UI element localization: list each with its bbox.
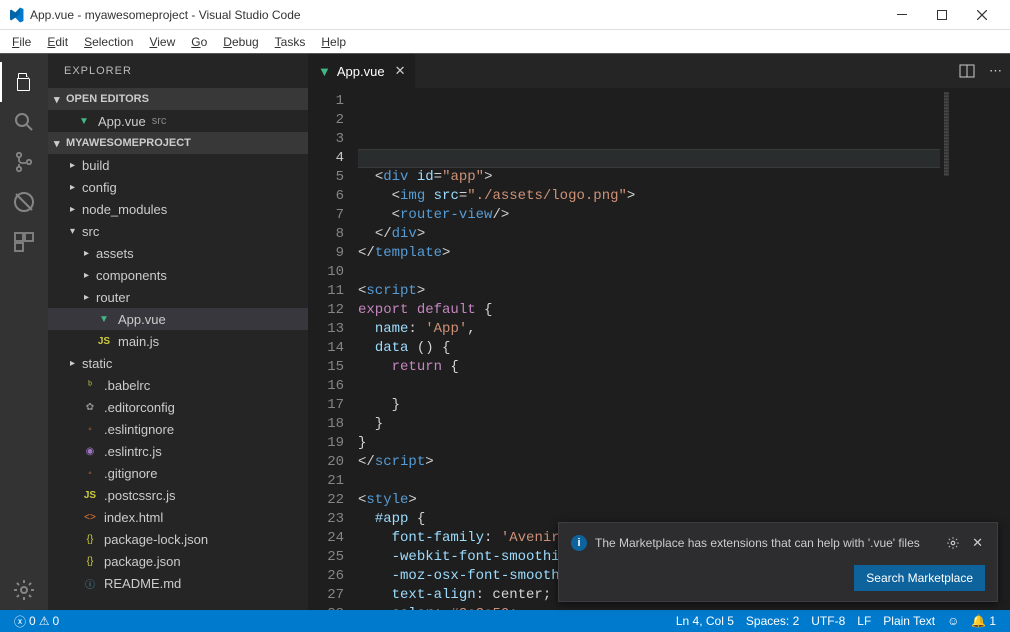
dot-file-icon: ◦ [82,468,98,479]
activity-search[interactable] [0,102,48,142]
menu-file[interactable]: File [4,33,39,51]
file-item[interactable]: ▼App.vue [48,308,308,330]
menu-edit[interactable]: Edit [39,33,76,51]
json-file-icon: {} [82,556,98,567]
activity-settings[interactable] [0,570,48,610]
activity-scm[interactable] [0,142,48,182]
file-item[interactable]: JSmain.js [48,330,308,352]
folder-item[interactable]: ▸node_modules [48,198,308,220]
activity-extensions[interactable] [0,222,48,262]
status-encoding[interactable]: UTF-8 [805,614,851,628]
status-eol[interactable]: LF [851,614,877,628]
chevron-right-icon: ▸ [70,204,80,215]
status-language[interactable]: Plain Text [877,614,941,628]
info-file-icon: ⓘ [82,576,98,591]
close-tab-icon[interactable]: ✕ [395,63,406,79]
more-actions-icon[interactable]: ⋯ [989,63,1002,79]
status-indent[interactable]: Spaces: 2 [740,614,805,628]
statusbar: ⓧ0 ⚠0 Ln 4, Col 5 Spaces: 2 UTF-8 LF Pla… [0,610,1010,632]
chevron-right-icon: ▸ [84,270,94,281]
cursor-line-highlight [358,149,940,168]
editor-tab[interactable]: ▼ App.vue ✕ [308,54,415,88]
activitybar [0,54,48,610]
status-feedback[interactable]: ☺ [941,614,965,628]
html-file-icon: <> [82,512,98,523]
editor-tabs: ▼ App.vue ✕ ⋯ [308,54,1010,88]
split-editor-icon[interactable] [959,63,975,79]
file-item[interactable]: ◦.eslintignore [48,418,308,440]
bell-icon: 🔔 [971,614,986,628]
smiley-icon: ☺ [947,614,959,628]
chevron-right-icon: ▸ [84,292,94,303]
menu-selection[interactable]: Selection [76,33,141,51]
chevron-down-icon: ▾ [54,93,66,106]
folder-item[interactable]: ▸config [48,176,308,198]
status-notifications[interactable]: 🔔1 [965,614,1002,628]
babel-file-icon: ᵇ [82,380,98,391]
json-file-icon: {} [82,534,98,545]
maximize-button[interactable] [922,1,962,29]
file-item[interactable]: ⓘREADME.md [48,572,308,594]
folder-item[interactable]: ▸static [48,352,308,374]
chevron-right-icon: ▸ [70,160,80,171]
folder-item[interactable]: ▸router [48,286,308,308]
dot-file-icon: ◦ [82,424,98,435]
notification-toast: i The Marketplace has extensions that ca… [558,522,998,602]
file-item[interactable]: JS.postcssrc.js [48,484,308,506]
status-position[interactable]: Ln 4, Col 5 [670,614,740,628]
sidebar-explorer: EXPLORER ▾ OPEN EDITORS ▼ App.vue src ▾ … [48,54,308,610]
menu-debug[interactable]: Debug [215,33,266,51]
dot2-file-icon: ◉ [82,446,98,457]
line-numbers: 1234567891011121314151617181920212223242… [308,88,358,610]
vscode-logo-icon [8,7,24,23]
menu-go[interactable]: Go [183,33,215,51]
file-item[interactable]: {}package.json [48,550,308,572]
file-item[interactable]: <>index.html [48,506,308,528]
open-editor-item[interactable]: ▼ App.vue src [48,110,308,132]
search-marketplace-button[interactable]: Search Marketplace [854,565,985,591]
chevron-right-icon: ▸ [70,358,80,369]
activity-explorer[interactable] [0,62,48,102]
warning-icon: ⚠ [39,614,50,628]
folder-item[interactable]: ▸build [48,154,308,176]
vue-file-icon: ▼ [96,314,112,325]
close-window-button[interactable] [962,1,1002,29]
folder-item[interactable]: ▾src [48,220,308,242]
notification-text: The Marketplace has extensions that can … [595,536,936,550]
folder-item[interactable]: ▸assets [48,242,308,264]
minimize-button[interactable] [882,1,922,29]
vue-file-icon: ▼ [76,116,92,127]
chevron-down-icon: ▾ [70,226,80,237]
sidebar-title: EXPLORER [48,54,308,88]
close-icon[interactable]: ✕ [970,533,985,553]
file-item[interactable]: ✿.editorconfig [48,396,308,418]
window-title: App.vue - myawesomeproject - Visual Stud… [30,8,882,22]
menu-view[interactable]: View [141,33,183,51]
file-item[interactable]: ◦.gitignore [48,462,308,484]
editor-area: ▼ App.vue ✕ ⋯ 12345678910111213141516171… [308,54,1010,610]
file-item[interactable]: {}package-lock.json [48,528,308,550]
section-open-editors[interactable]: ▾ OPEN EDITORS [48,88,308,110]
chevron-right-icon: ▸ [70,182,80,193]
info-icon: i [571,535,587,551]
chevron-right-icon: ▸ [84,248,94,259]
chevron-down-icon: ▾ [54,137,66,150]
menu-help[interactable]: Help [313,33,354,51]
menubar: FileEditSelectionViewGoDebugTasksHelp [0,30,1010,54]
gear-icon[interactable] [944,534,962,552]
menu-tasks[interactable]: Tasks [267,33,314,51]
js-file-icon: JS [82,490,98,501]
error-icon: ⓧ [14,613,26,630]
file-item[interactable]: ◉.eslintrc.js [48,440,308,462]
gear-file-icon: ✿ [82,402,98,413]
js-file-icon: JS [96,336,112,347]
file-item[interactable]: ᵇ.babelrc [48,374,308,396]
activity-debug[interactable] [0,182,48,222]
titlebar: App.vue - myawesomeproject - Visual Stud… [0,0,1010,30]
status-errors[interactable]: ⓧ0 ⚠0 [8,613,65,630]
vue-file-icon: ▼ [318,64,331,79]
section-project[interactable]: ▾ MYAWESOMEPROJECT [48,132,308,154]
folder-item[interactable]: ▸components [48,264,308,286]
